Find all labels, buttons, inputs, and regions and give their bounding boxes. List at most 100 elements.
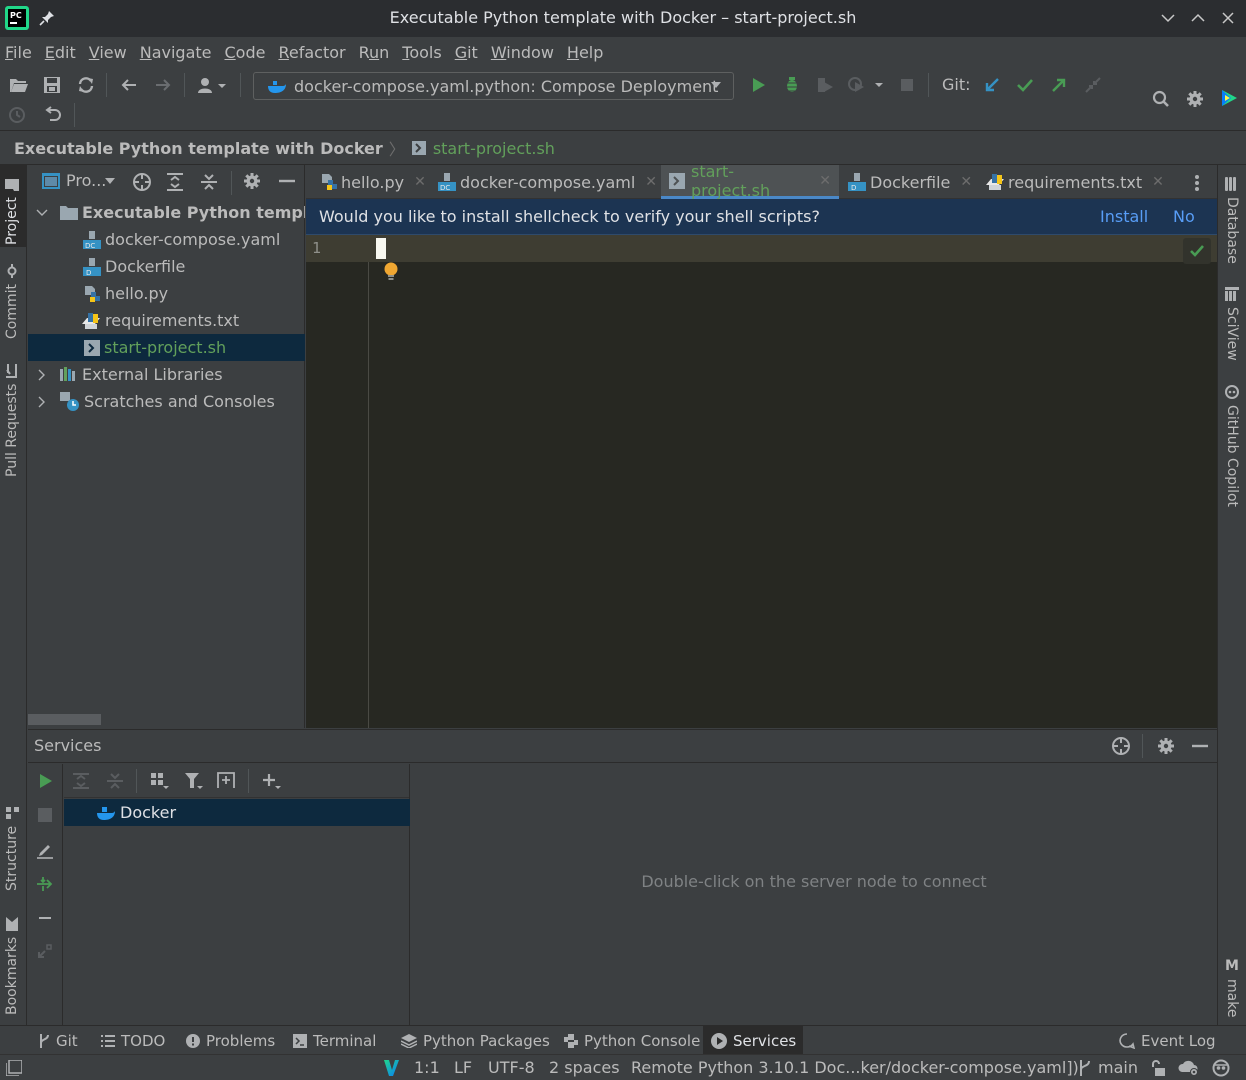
hide-panel-icon[interactable] [1191,737,1209,755]
close-tab-icon[interactable]: ✕ [645,174,657,190]
tree-item-hello-py[interactable]: hello.py [28,280,305,307]
tool-tab-sciview[interactable]: SciView [1224,287,1240,361]
tree-item-docker-compose[interactable]: DC docker-compose.yaml [28,226,305,253]
synchronize-icon[interactable] [75,74,97,96]
tool-tab-services[interactable]: Services [703,1026,803,1055]
stop-icon[interactable] [38,808,52,822]
history-icon[interactable] [6,104,28,126]
forward-icon[interactable] [152,74,174,96]
chevron-right-icon[interactable] [36,369,48,381]
locate-file-icon[interactable] [132,172,152,192]
git-branch[interactable]: main [1098,1058,1138,1077]
tree-item-external-libraries[interactable]: External Libraries [28,361,305,388]
expand-all-icon[interactable] [166,172,184,192]
tool-tab-pull-requests[interactable]: Pull Requests [4,363,20,477]
menu-edit[interactable]: Edit [45,43,76,62]
tool-tab-project[interactable]: Project [4,173,20,245]
chevron-down-icon[interactable] [36,209,48,217]
locate-icon[interactable] [1111,736,1131,756]
breadcrumb-file[interactable]: start-project.sh [433,139,555,158]
back-icon[interactable] [118,74,140,96]
group-by-icon[interactable] [150,772,170,790]
tool-tab-python-console[interactable]: Python Console [556,1026,708,1055]
tool-tab-event-log[interactable]: Event Log [1111,1026,1224,1055]
tab-hello-py[interactable]: hello.py ✕ [312,165,434,199]
file-encoding[interactable]: UTF-8 [488,1058,535,1077]
line-ending[interactable]: LF [454,1058,472,1077]
more-tabs-icon[interactable] [1194,174,1200,192]
tool-tab-git[interactable]: Git [30,1026,86,1055]
close-tab-icon[interactable]: ✕ [414,174,426,190]
git-push-icon[interactable] [1048,74,1070,96]
tool-tab-structure[interactable]: Structure [4,806,20,891]
collapse-all-icon[interactable] [106,772,124,790]
run-icon[interactable] [747,74,769,96]
tree-item-scratches[interactable]: Scratches and Consoles [28,388,305,415]
chevron-right-icon[interactable] [36,396,48,408]
collapse-all-icon[interactable] [200,172,218,192]
run-configuration-selector[interactable]: docker-compose.yaml.python: Compose Depl… [253,72,734,100]
chevron-down-icon[interactable] [105,178,115,185]
tool-tab-github-copilot[interactable]: GitHub Copilot [1224,385,1240,507]
lightbulb-icon[interactable] [383,262,399,282]
tab-start-project-sh[interactable]: start-project.sh ✕ [661,162,839,200]
menu-code[interactable]: Code [225,43,266,62]
settings-icon[interactable] [1184,88,1206,110]
settings-icon[interactable] [1157,737,1175,755]
vcs-user-icon[interactable] [196,74,230,96]
menu-tools[interactable]: Tools [402,43,441,62]
git-update-icon[interactable] [981,74,1003,96]
inspection-status[interactable] [1183,238,1211,264]
menu-window[interactable]: Window [491,43,554,62]
code-editor[interactable]: 1 [306,235,1217,728]
stop-icon[interactable] [896,74,918,96]
vim-icon[interactable] [382,1059,400,1077]
new-tab-icon[interactable] [216,770,236,790]
close-tab-icon[interactable]: ✕ [1152,174,1164,190]
close-tab-icon[interactable]: ✕ [960,174,972,190]
python-interpreter[interactable]: Remote Python 3.10.1 Doc...ker/docker-co… [631,1058,1079,1077]
run-with-coverage-icon[interactable] [814,74,836,96]
filter-icon[interactable] [184,772,204,790]
expand-all-icon[interactable] [72,772,90,790]
edit-icon[interactable] [36,841,54,859]
tool-tab-python-packages[interactable]: Python Packages [393,1026,558,1055]
tool-tab-commit[interactable]: Commit [4,264,20,339]
menu-run[interactable]: Run [359,43,390,62]
hide-panel-icon[interactable] [278,172,296,190]
git-rollback-icon[interactable] [1082,74,1104,96]
menu-navigate[interactable]: Navigate [140,43,212,62]
collapse-icon[interactable] [36,909,54,927]
tool-tab-make[interactable]: M make [1224,958,1240,1017]
close-tab-icon[interactable]: ✕ [819,173,831,189]
maximize-button[interactable] [1188,8,1208,28]
tab-dockerfile[interactable]: D Dockerfile ✕ [840,165,980,199]
cloud-settings-icon[interactable] [1178,1059,1200,1077]
save-all-icon[interactable] [41,74,63,96]
tab-docker-compose[interactable]: DC docker-compose.yaml ✕ [430,165,665,199]
deploy-icon[interactable] [36,875,54,893]
menu-help[interactable]: Help [567,43,603,62]
menu-file[interactable]: File [5,43,32,62]
close-button[interactable] [1218,8,1238,28]
profile-icon[interactable] [846,74,886,96]
run-icon[interactable] [37,773,53,789]
tree-item-start-project-sh[interactable]: start-project.sh [28,334,305,361]
tab-requirements[interactable]: requirements.txt ✕ [977,165,1172,199]
tree-item-project-root[interactable]: Executable Python templa [28,199,305,226]
copilot-status-icon[interactable] [1212,1059,1230,1077]
git-commit-icon[interactable] [1014,74,1036,96]
debug-icon[interactable] [781,74,803,96]
settings-icon[interactable] [243,172,261,190]
expand-view-icon[interactable] [37,943,53,959]
project-view-selector[interactable]: Pro... [66,171,106,190]
horizontal-scrollbar[interactable] [28,714,101,725]
tool-tab-problems[interactable]: Problems [178,1026,283,1055]
lock-open-icon[interactable] [1150,1060,1166,1076]
install-link[interactable]: Install [1100,207,1148,226]
tool-tab-todo[interactable]: TODO [93,1026,173,1055]
menu-refactor[interactable]: Refactor [278,43,345,62]
menu-view[interactable]: View [89,43,127,62]
tree-item-requirements[interactable]: requirements.txt [28,307,305,334]
tool-tab-terminal[interactable]: Terminal [285,1026,384,1055]
